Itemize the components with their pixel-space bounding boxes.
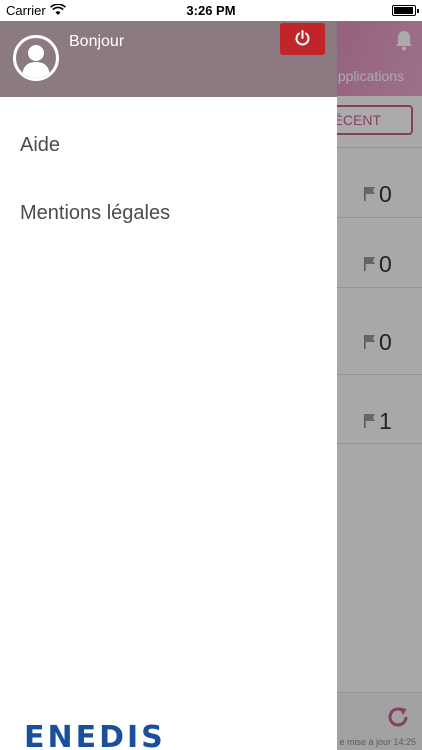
drawer-header: Bonjour	[0, 21, 337, 97]
battery-icon	[392, 5, 419, 16]
logo-text: ENEDIS	[24, 720, 164, 750]
logout-button[interactable]	[280, 23, 325, 55]
menu-item-aide[interactable]: Aide	[20, 134, 60, 157]
greeting-text: Bonjour	[69, 33, 125, 50]
menu-item-mentions-legales[interactable]: Mentions légales	[20, 202, 170, 225]
enedis-logo: ENEDIS	[24, 719, 164, 750]
status-bar: Carrier 3:26 PM	[0, 0, 422, 21]
power-icon	[295, 30, 310, 46]
side-drawer: Bonjour Aide Mentions légales ENEDIS	[0, 21, 337, 750]
avatar-icon[interactable]	[13, 35, 59, 81]
clock: 3:26 PM	[186, 3, 236, 18]
